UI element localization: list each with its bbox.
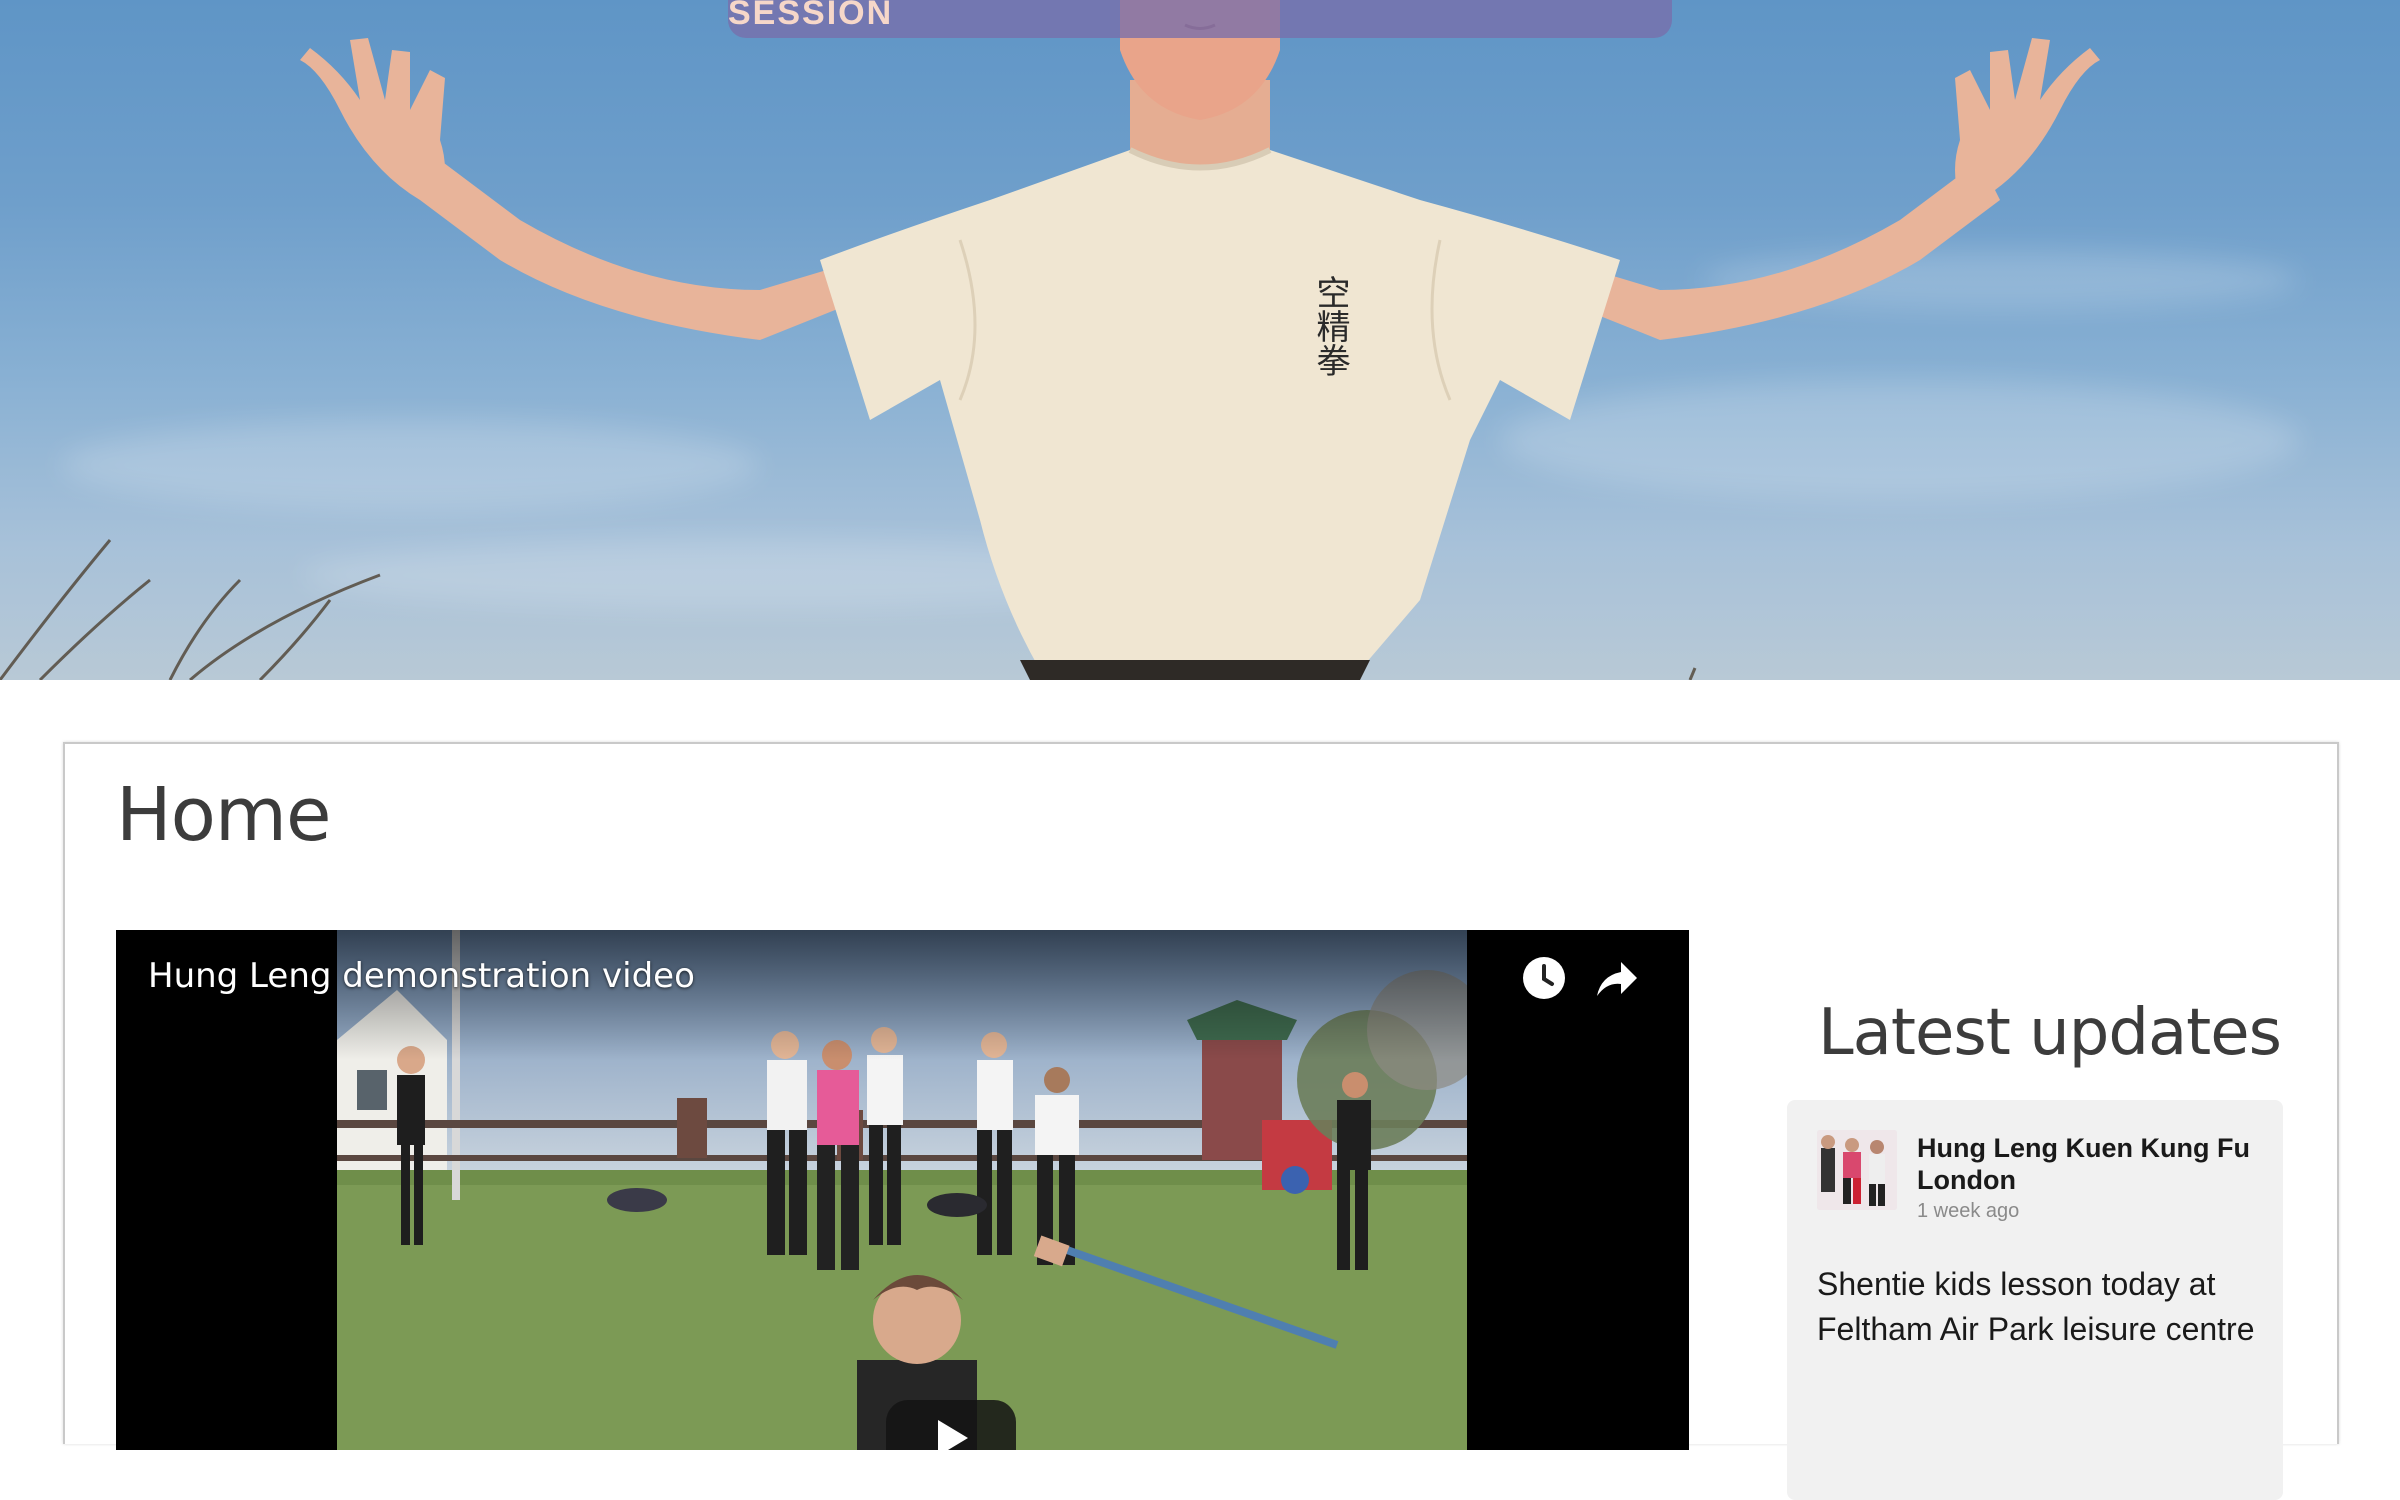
update-timestamp[interactable]: 1 week ago [1917,1200,2019,1223]
cta-label: START TRAINING WITH YOUR FREE TASTER SES… [728,0,894,32]
play-icon[interactable] [886,1400,1016,1450]
source-avatar[interactable] [1817,1130,1897,1210]
share-icon[interactable] [1593,954,1641,1002]
update-source-name[interactable]: Hung Leng Kuen Kung Fu London [1917,1132,2257,1196]
video-title[interactable]: Hung Leng demonstration video [148,956,695,996]
update-text: Shentie kids lesson today at Feltham Air… [1817,1266,2255,1347]
page-title: Home [116,772,332,858]
hero-photo-person: 空精拳 [0,0,2100,680]
video-player[interactable]: Hung Leng demonstration video [116,930,1689,1450]
update-card[interactable]: Hung Leng Kuen Kung Fu London 1 week ago… [1787,1100,2283,1500]
hero-banner: 空精拳 START TRAINING WITH YOUR FREE TASTER… [0,0,2400,680]
shirt-characters: 空精拳 [1310,275,1350,377]
watch-later-icon[interactable] [1520,954,1568,1002]
free-taster-cta-button[interactable]: START TRAINING WITH YOUR FREE TASTER SES… [728,0,1672,38]
main-content-card: Home Hung Leng demonstration video Lates… [63,742,2339,1500]
latest-updates-heading: Latest updates [1818,996,2282,1070]
